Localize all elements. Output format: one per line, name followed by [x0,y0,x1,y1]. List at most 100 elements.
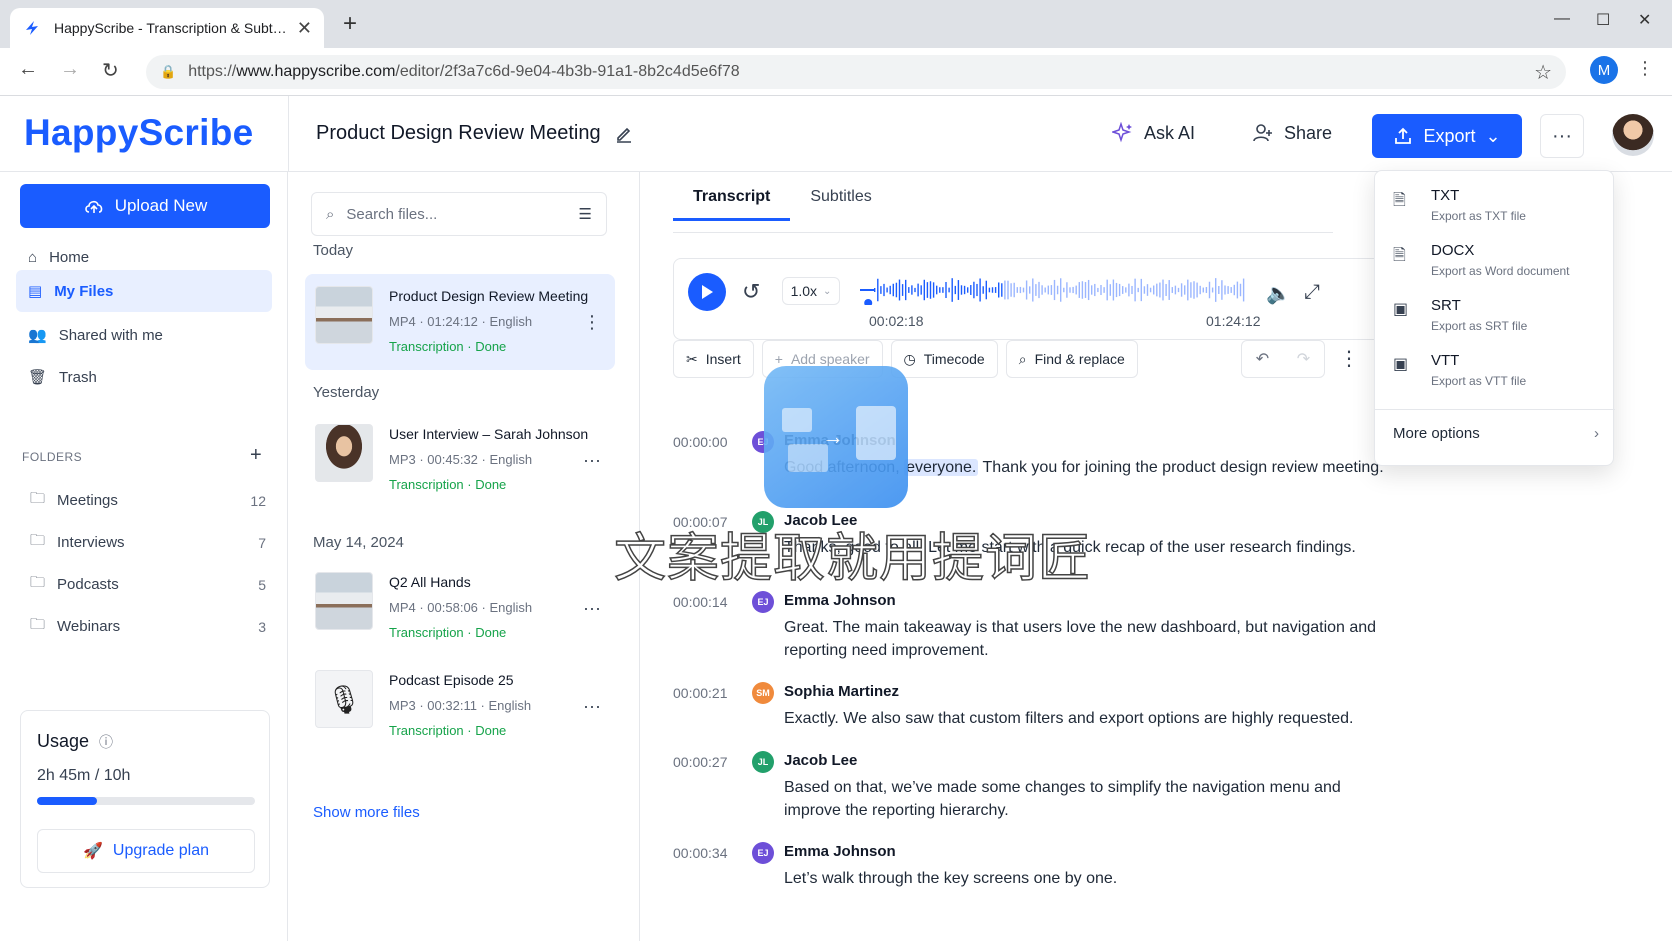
file-name: Podcast Episode 25 [389,672,514,688]
sidebar-item-my-files[interactable]: ▤ My Files [16,270,272,312]
sidebar-item-shared[interactable]: 👥 Shared with me [16,314,272,356]
segment-text[interactable]: Let’s walk through the key screens one b… [784,867,1384,890]
tab-transcript[interactable]: Transcript [673,180,791,221]
user-avatar[interactable] [1612,114,1654,156]
segment-text[interactable]: Based on that, we’ve made some changes t… [784,776,1384,822]
audio-player: ↺ 1.0x ⌄ 00:02:18 01:24:12 🔈 ⤢ [673,258,1383,340]
export-srt-option[interactable]: ▣ SRT Export as SRT file [1393,297,1603,349]
waveform-bar [1196,282,1198,298]
play-button[interactable] [688,273,726,311]
export-docx-option[interactable]: 🗎 DOCX Export as Word document [1393,242,1603,294]
waveform-bar [1180,283,1183,297]
maximize-icon[interactable]: ☐ [1596,10,1610,30]
export-menu: 🗎 TXT Export as TXT file 🗎 DOCX Export as Wo… [1374,170,1615,466]
segment-timecode[interactable]: 00:00:27 [673,754,728,770]
file-menu-icon[interactable]: ⋮ [583,312,601,333]
folder-podcasts[interactable]: 🗀 Podcasts 5 [30,572,266,597]
upgrade-plan-button[interactable]: 🚀 Upgrade plan [37,829,255,873]
find-replace-button[interactable]: ⌕ Find & replace [1005,340,1138,378]
volume-icon[interactable]: 🔈 [1266,281,1291,306]
file-menu-icon[interactable]: ··· [583,598,601,619]
speaker-name[interactable]: Emma Johnson [784,843,896,860]
file-item[interactable]: Q2 All Hands MP4 · 00:58:06 · English Tr… [305,560,615,656]
playback-speed-select[interactable]: 1.0x ⌄ [782,277,840,305]
undo-icon[interactable]: ↶ [1256,349,1269,369]
segment-text[interactable]: Exactly. We also saw that custom filters… [784,707,1384,730]
waveform-bar [1029,286,1031,294]
file-item[interactable]: User Interview – Sarah Johnson MP3 · 00:… [305,412,615,508]
waveform-bar [1091,285,1093,295]
address-bar[interactable]: 🔒 https://www.happyscribe.com/editor/2f3… [146,55,1566,89]
info-icon[interactable]: ⓘ [99,732,113,752]
export-option-name: DOCX [1431,242,1475,259]
group-heading: May 14, 2024 [313,534,404,551]
segment-timecode[interactable]: 00:00:00 [673,434,728,450]
cloud-upload-icon [84,200,102,213]
more-options-item[interactable]: More options › [1393,425,1599,442]
timecode-label: Timecode [923,351,985,367]
search-files-input[interactable]: ⌕ Search files... ☰ [311,192,607,236]
segment-timecode[interactable]: 00:00:21 [673,685,728,701]
fullscreen-icon[interactable]: ⤢ [1304,281,1320,304]
waveform-bar [1187,279,1189,301]
file-name: User Interview – Sarah Johnson [389,426,589,442]
export-vtt-option[interactable]: ▣ VTT Export as VTT file [1393,352,1603,404]
export-button[interactable]: Export ⌄ [1372,114,1522,158]
timecode-button[interactable]: ◷ Timecode [890,340,998,378]
speaker-name[interactable]: Emma Johnson [784,592,896,609]
folder-interviews[interactable]: 🗀 Interviews 7 [30,530,266,555]
tab-subtitles[interactable]: Subtitles [790,180,891,221]
minimize-icon[interactable]: — [1554,10,1570,28]
speaker-name[interactable]: Jacob Lee [784,752,857,769]
waveform-bar [889,285,891,295]
waveform-bar [1115,282,1118,298]
segment-text[interactable]: Great. The main takeaway is that users l… [784,616,1384,662]
folder-meetings[interactable]: 🗀 Meetings 12 [30,488,266,513]
file-menu-icon[interactable]: ··· [583,450,601,471]
back-icon[interactable]: ← [18,58,38,81]
sidebar-item-trash[interactable]: 🗑 Trash [16,356,272,398]
waveform-bar [1190,282,1192,298]
segment-timecode[interactable]: 00:00:34 [673,845,728,861]
close-tab-icon[interactable]: ✕ [297,18,312,39]
export-option-name: TXT [1431,187,1460,204]
ask-ai-button[interactable]: Ask AI [1112,122,1195,144]
reload-icon[interactable]: ↻ [102,58,119,83]
close-window-icon[interactable]: ✕ [1638,10,1651,30]
more-options-button[interactable]: ··· [1540,114,1584,158]
file-item[interactable]: 🎙 Podcast Episode 25 MP3 · 00:32:11 · En… [305,658,615,754]
highlighted-word[interactable]: everyone. [904,459,979,476]
folder-webinars[interactable]: 🗀 Webinars 3 [30,614,266,639]
file-menu-icon[interactable]: ··· [583,696,601,717]
redo-icon[interactable]: ↷ [1297,349,1310,369]
filter-icon[interactable]: ☰ [579,205,592,223]
show-more-files-link[interactable]: Show more files [313,804,420,821]
insert-button[interactable]: ✂ Insert [673,340,754,378]
new-tab-icon[interactable]: + [343,10,357,38]
playhead-handle[interactable] [864,299,873,305]
add-folder-icon[interactable]: + [250,444,262,467]
rewind-5-icon[interactable]: ↺ [742,279,760,305]
happyscribe-logo[interactable]: HappyScribe [24,112,254,154]
toolbar-more-icon[interactable]: ⋮ [1339,346,1359,371]
file-item[interactable]: Product Design Review Meeting MP4 · 01:2… [305,274,615,370]
waveform-bar [976,283,978,297]
watermark-text: 文案提取就用提词匠 [613,528,1092,590]
speaker-name[interactable]: Sophia Martinez [784,683,899,700]
segment-timecode[interactable]: 00:00:14 [673,594,728,610]
subtitle-file-icon: ▣ [1393,301,1409,318]
waveform[interactable] [860,275,1250,305]
browser-menu-icon[interactable]: ⋮ [1636,58,1654,79]
waveform-bar [874,288,876,292]
export-option-desc: Export as Word document [1431,264,1570,278]
share-button[interactable]: Share [1252,122,1332,144]
tabs-divider [673,232,1333,233]
export-txt-option[interactable]: 🗎 TXT Export as TXT file [1393,187,1603,239]
browser-profile-avatar[interactable]: M [1590,56,1618,84]
play-icon [702,285,713,299]
edit-pencil-icon[interactable] [615,125,633,143]
bookmark-star-icon[interactable]: ☆ [1534,60,1552,85]
upload-new-button[interactable]: Upload New [20,184,270,228]
forward-icon[interactable]: → [60,58,80,81]
browser-tab[interactable]: HappyScribe - Transcription & Subtitles … [10,8,324,48]
